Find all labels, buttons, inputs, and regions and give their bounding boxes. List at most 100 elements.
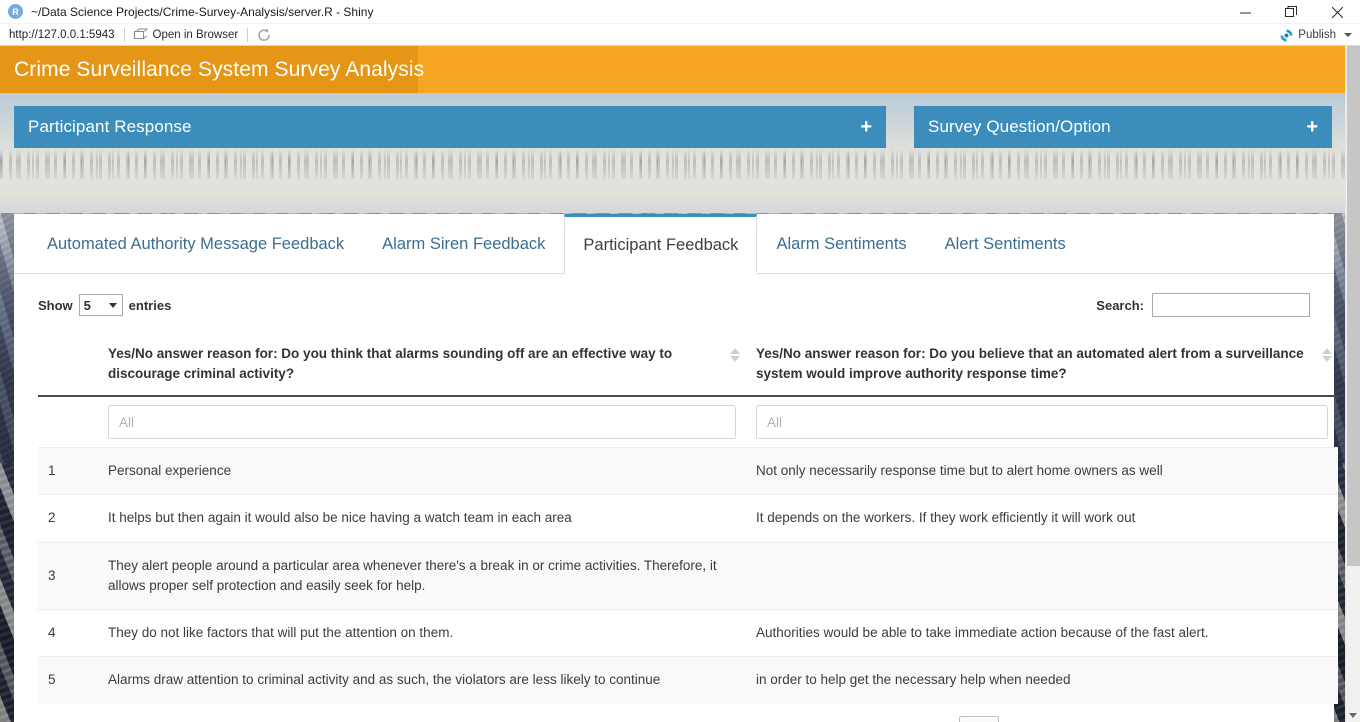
row-cell-alarm-reason: They do not like factors that will put t…	[98, 609, 746, 657]
datatable-container: Show 5 10 25 50 100 entries Se	[14, 274, 1338, 722]
column-filter-input-alarm-question[interactable]	[108, 405, 736, 440]
chevron-down-icon[interactable]	[1344, 33, 1352, 37]
column-header-alert-question[interactable]: Yes/No answer reason for: Do you believe…	[746, 334, 1338, 398]
app-url[interactable]: http://127.0.0.1:5943	[0, 29, 124, 41]
sort-indicator-icon[interactable]	[1322, 348, 1332, 364]
search-label: Search:	[1096, 297, 1144, 313]
page-length-select-wrap: 5 10 25 50 100	[78, 294, 123, 316]
row-cell-alarm-reason: Alarms draw attention to criminal activi…	[98, 656, 746, 704]
minimize-button[interactable]	[1222, 0, 1268, 24]
page-length-control: Show 5 10 25 50 100 entries	[38, 294, 171, 316]
publish-icon	[1279, 28, 1293, 42]
column-header-label: Yes/No answer reason for: Do you believe…	[756, 346, 1304, 381]
pagination-page-3[interactable]: 3	[1040, 718, 1078, 722]
tab-label: Alert Sentiments	[944, 235, 1066, 254]
table-search-control: Search:	[1096, 293, 1310, 317]
vertical-scrollbar[interactable]	[1345, 46, 1360, 722]
filter-cell-alert-question	[746, 396, 1338, 448]
row-cell-alert-reason: in order to help get the necessary help …	[746, 656, 1338, 704]
tab-alarm-sentiments[interactable]: Alarm Sentiments	[757, 214, 925, 274]
window-title: ~/Data Science Projects/Crime-Survey-Ana…	[31, 4, 374, 19]
background-skyline	[0, 149, 1345, 179]
panel-row: Participant Response + Survey Question/O…	[14, 106, 1334, 148]
table-row[interactable]: 1 Personal experience Not only necessari…	[38, 447, 1338, 495]
table-head: Yes/No answer reason for: Do you think t…	[38, 334, 1338, 448]
row-cell-alert-reason: It depends on the workers. If they work …	[746, 494, 1338, 543]
filter-cell-index	[38, 396, 98, 448]
panel-survey-question-option[interactable]: Survey Question/Option +	[914, 106, 1332, 148]
entries-label: entries	[128, 297, 172, 313]
tab-label: Alarm Siren Feedback	[382, 235, 546, 254]
row-index: 2	[38, 494, 98, 543]
panel-title: Survey Question/Option	[928, 117, 1111, 136]
pagination-page-4[interactable]: 4	[1080, 718, 1118, 722]
sort-indicator-icon[interactable]	[730, 348, 740, 364]
row-cell-alarm-reason: It helps but then again it would also be…	[98, 494, 746, 543]
page-length-select[interactable]: 5 10 25 50 100	[78, 294, 123, 316]
pagination-ellipsis: …	[1159, 718, 1196, 722]
row-index: 1	[38, 447, 98, 495]
table-row[interactable]: 2 It helps but then again it would also …	[38, 494, 1338, 543]
row-cell-alert-reason	[746, 541, 1338, 610]
plus-icon[interactable]: +	[1306, 117, 1318, 137]
external-window-icon	[133, 28, 148, 41]
open-in-browser-label: Open in Browser	[152, 28, 239, 41]
pagination-previous[interactable]: Previous	[875, 718, 958, 722]
viewer-toolbar: http://127.0.0.1:5943 Open in Browser Pu…	[0, 24, 1360, 46]
refresh-button[interactable]	[248, 24, 280, 46]
row-index: 3	[38, 541, 98, 610]
column-header-label: Yes/No answer reason for: Do you think t…	[108, 346, 673, 381]
row-cell-alarm-reason: They alert people around a particular ar…	[98, 541, 746, 610]
app-header: Crime Surveillance System Survey Analysi…	[0, 46, 1345, 93]
panel-title: Participant Response	[28, 117, 192, 136]
window-controls	[1222, 0, 1360, 24]
table-row[interactable]: 3 They alert people around a particular …	[38, 541, 1338, 610]
filter-cell-alarm-question	[98, 396, 746, 448]
table-row[interactable]: 5 Alarms draw attention to criminal acti…	[38, 656, 1338, 704]
pagination-page-28[interactable]: 28	[1197, 718, 1242, 722]
close-button[interactable]	[1314, 0, 1360, 24]
maximize-button[interactable]	[1268, 0, 1314, 24]
main-content-card: Automated Authority Message Feedback Ala…	[14, 214, 1338, 722]
plus-icon[interactable]: +	[860, 117, 872, 137]
table-controls: Show 5 10 25 50 100 entries Se	[38, 288, 1310, 322]
pagination-page-2[interactable]: 2	[1001, 718, 1039, 722]
table-filter-row	[38, 396, 1338, 448]
show-label: Show	[38, 297, 73, 313]
refresh-icon	[257, 28, 271, 42]
table-header-row: Yes/No answer reason for: Do you think t…	[38, 334, 1338, 398]
tab-automated-authority-message-feedback[interactable]: Automated Authority Message Feedback	[28, 214, 363, 274]
scroll-down-arrow-icon[interactable]	[1349, 713, 1357, 718]
row-index: 4	[38, 609, 98, 657]
publish-control[interactable]: Publish	[1279, 24, 1356, 46]
tab-alert-sentiments[interactable]: Alert Sentiments	[926, 214, 1085, 274]
pagination: Previous 1 2 3 4 5 … 28 Next	[38, 704, 1310, 722]
row-cell-alarm-reason: Personal experience	[98, 447, 746, 495]
column-header-index[interactable]	[38, 334, 98, 398]
pagination-page-5[interactable]: 5	[1119, 718, 1157, 722]
tab-participant-feedback[interactable]: Participant Feedback	[564, 214, 758, 274]
tab-label: Alarm Sentiments	[776, 235, 907, 254]
search-input[interactable]	[1152, 293, 1310, 317]
open-in-browser-button[interactable]: Open in Browser	[125, 24, 248, 46]
publish-label: Publish	[1298, 29, 1336, 41]
page-title: Crime Surveillance System Survey Analysi…	[14, 57, 425, 81]
panel-participant-response[interactable]: Participant Response +	[14, 106, 886, 148]
rstudio-icon: R	[8, 4, 23, 19]
participant-feedback-table: Yes/No answer reason for: Do you think t…	[38, 334, 1338, 704]
column-filter-input-alert-question[interactable]	[756, 405, 1328, 440]
scrollbar-thumb[interactable]	[1347, 46, 1360, 566]
window-titlebar: R ~/Data Science Projects/Crime-Survey-A…	[0, 0, 1360, 24]
table-row[interactable]: 4 They do not like factors that will put…	[38, 609, 1338, 657]
tab-bar: Automated Authority Message Feedback Ala…	[14, 214, 1334, 274]
tab-label: Participant Feedback	[583, 235, 739, 254]
pagination-next[interactable]: Next	[1244, 718, 1302, 722]
row-index: 5	[38, 656, 98, 704]
table-body: 1 Personal experience Not only necessari…	[38, 447, 1338, 704]
pagination-page-1[interactable]: 1	[959, 715, 999, 722]
tab-label: Automated Authority Message Feedback	[47, 235, 345, 254]
column-header-alarm-question[interactable]: Yes/No answer reason for: Do you think t…	[98, 334, 746, 398]
tab-alarm-siren-feedback[interactable]: Alarm Siren Feedback	[363, 214, 564, 274]
shiny-app-viewport: Crime Surveillance System Survey Analysi…	[0, 46, 1360, 722]
row-cell-alert-reason: Not only necessarily response time but t…	[746, 447, 1338, 495]
